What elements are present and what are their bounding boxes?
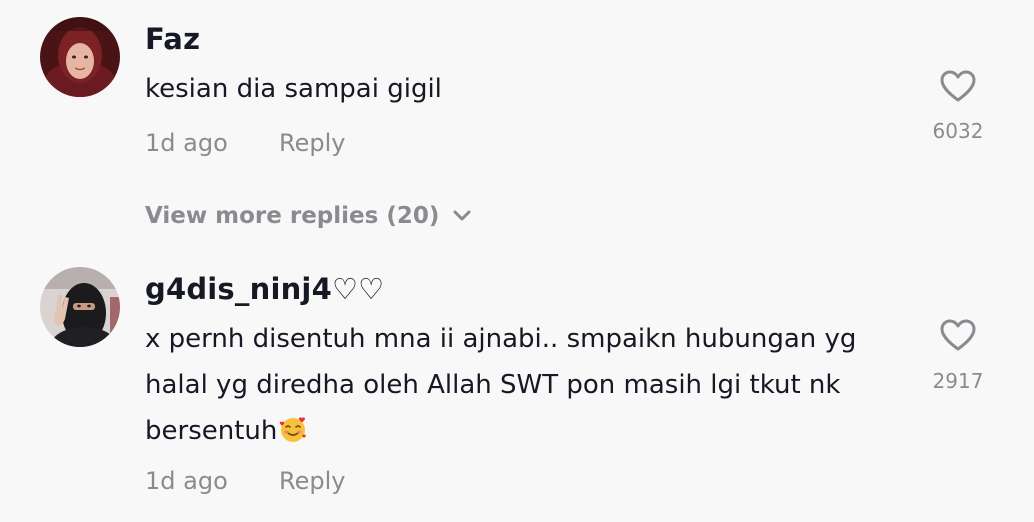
smiling-face-with-hearts-emoji-icon — [280, 417, 307, 442]
heart-outline-icon[interactable] — [939, 318, 977, 352]
avatar[interactable] — [40, 17, 120, 97]
comment-username[interactable]: Faz — [145, 25, 200, 54]
comment-timestamp: 1d ago — [145, 129, 228, 157]
reply-button[interactable]: Reply — [279, 131, 345, 155]
comment-text-body: x pernh disentuh mna ii ajnabi.. smpaikn… — [145, 324, 857, 446]
comment-username[interactable]: g4dis_ninj4♡♡ — [145, 275, 384, 304]
chevron-down-icon — [453, 210, 471, 221]
user-avatar-icon — [40, 267, 120, 347]
reply-button[interactable]: Reply — [279, 469, 345, 493]
comments-panel: Faz kesian dia sampai gigil 1d ago Reply… — [0, 0, 1034, 522]
comment-text: kesian dia sampai gigil — [145, 74, 442, 104]
heart-outline-icon[interactable] — [939, 69, 977, 103]
like-count: 2917 — [932, 369, 984, 393]
avatar[interactable] — [40, 267, 120, 347]
view-more-replies-button[interactable]: View more replies (20) — [145, 203, 471, 229]
view-more-replies-label: View more replies (20) — [145, 203, 440, 229]
comment-timestamp: 1d ago — [145, 467, 228, 495]
comment-text: x pernh disentuh mna ii ajnabi.. smpaikn… — [145, 316, 915, 454]
like-count: 6032 — [932, 119, 984, 143]
user-avatar-icon — [40, 17, 120, 97]
